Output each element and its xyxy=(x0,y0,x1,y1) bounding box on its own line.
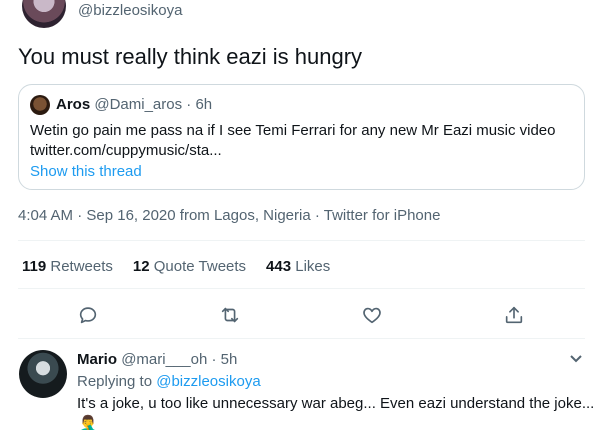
divider xyxy=(18,338,585,339)
replying-to-line: Replying to @bizzleosikoya xyxy=(77,373,261,390)
chevron-down-icon[interactable] xyxy=(568,350,584,366)
quote-tweets-count: 12 xyxy=(132,258,150,275)
share-icon[interactable] xyxy=(503,304,525,326)
show-thread-link[interactable]: Show this thread xyxy=(30,163,142,180)
author-avatar[interactable] xyxy=(22,0,66,28)
reply-author-handle-time: @mari___oh · 5h xyxy=(121,351,238,368)
quoted-author-avatar xyxy=(30,95,50,115)
quoted-tweet-card[interactable]: Aros @Dami_aros · 6h Wetin go pain me pa… xyxy=(18,84,585,190)
likes-stat[interactable]: 443 Likes xyxy=(266,258,330,275)
author-handle[interactable]: @bizzleosikoya xyxy=(78,2,182,19)
divider xyxy=(18,288,585,289)
replying-to-prefix: Replying to xyxy=(77,373,153,390)
reply-text: It's a joke, u too like unnecessary war … xyxy=(77,395,594,412)
reply-icon[interactable] xyxy=(77,304,99,326)
retweets-count: 119 xyxy=(22,258,47,275)
likes-label: Likes xyxy=(295,258,331,275)
replying-to-mention[interactable]: @bizzleosikoya xyxy=(156,373,260,390)
retweet-icon[interactable] xyxy=(219,304,241,326)
retweets-stat[interactable]: 119 Retweets xyxy=(22,258,113,275)
reply-author-name[interactable]: Mario xyxy=(77,351,117,368)
like-icon[interactable] xyxy=(361,304,383,326)
quoted-tweet-link: twitter.com/cuppymusic/sta... xyxy=(30,142,222,159)
divider xyxy=(18,240,585,241)
tweet-actions-bar xyxy=(0,304,594,326)
likes-count: 443 xyxy=(266,258,292,275)
quoted-tweet-line: Wetin go pain me pass na if I see Temi F… xyxy=(30,122,556,139)
engagement-stats: 119 Retweets 12 Quote Tweets 443 Likes xyxy=(22,258,330,275)
quote-tweets-label: Quote Tweets xyxy=(153,258,247,275)
quoted-author-name: Aros xyxy=(56,96,91,113)
quoted-tweet-text: Wetin go pain me pass na if I see Temi F… xyxy=(30,121,556,161)
retweets-label: Retweets xyxy=(50,258,113,275)
tweet-text: You must really think eazi is hungry xyxy=(18,44,363,69)
tweet-timestamp[interactable]: 4:04 AM · Sep 16, 2020 from Lagos, Niger… xyxy=(18,207,440,224)
quote-tweets-stat[interactable]: 12 Quote Tweets xyxy=(133,258,246,275)
reply-header: Mario @mari___oh · 5h xyxy=(77,351,237,368)
facepalm-emoji: 🤦‍♂️ xyxy=(78,416,98,430)
quoted-tweet-header: Aros @Dami_aros · 6h xyxy=(56,96,212,113)
quoted-author-handle-time: @Dami_aros · 6h xyxy=(94,96,213,113)
reply-author-avatar[interactable] xyxy=(19,350,67,398)
